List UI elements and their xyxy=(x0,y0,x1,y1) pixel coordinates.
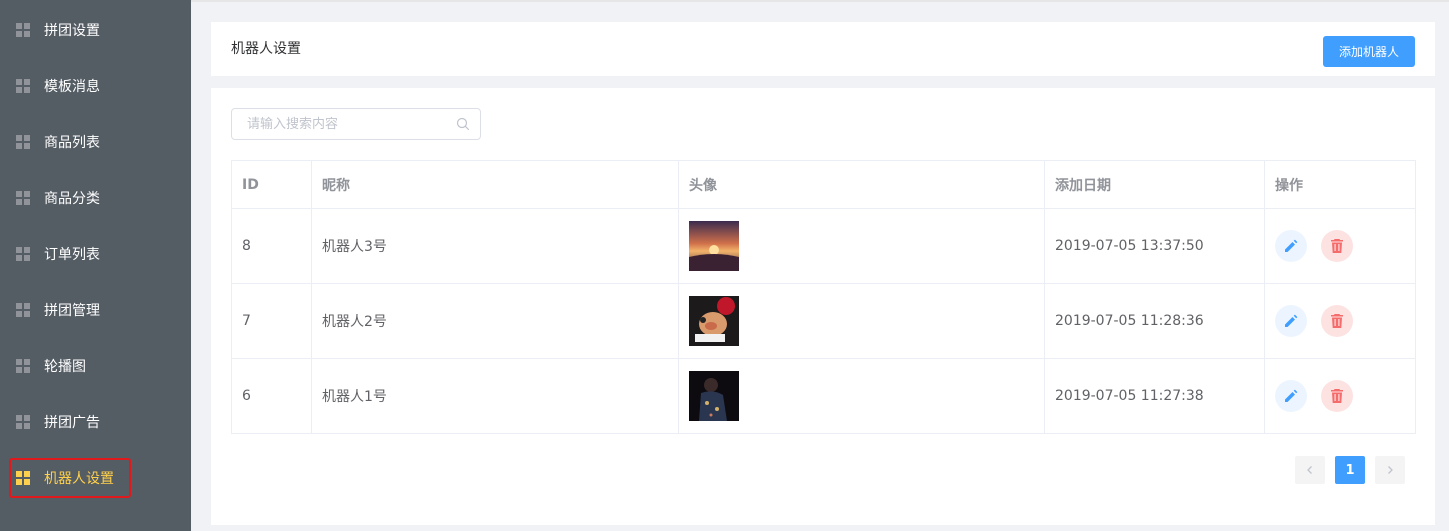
cell-date: 2019-07-05 11:28:36 xyxy=(1044,283,1265,359)
cell-id: 8 xyxy=(231,208,312,284)
add-robot-button[interactable]: 添加机器人 xyxy=(1323,36,1415,67)
cell-nickname: 机器人3号 xyxy=(311,208,679,284)
grid-icon xyxy=(16,247,30,261)
cell-actions xyxy=(1264,283,1416,359)
cell-date: 2019-07-05 11:27:38 xyxy=(1044,358,1265,434)
sidebar-item-label: 订单列表 xyxy=(44,247,100,263)
pencil-icon xyxy=(1285,239,1298,252)
edit-button[interactable] xyxy=(1275,380,1307,412)
grid-icon xyxy=(16,191,30,205)
sidebar-item-product-list[interactable]: 商品列表 xyxy=(0,114,191,170)
pencil-icon xyxy=(1285,314,1298,327)
cell-avatar xyxy=(678,283,1045,359)
table-row: 8 机器人3号 2019-07-05 13:37:50 xyxy=(231,208,1416,284)
pencil-icon xyxy=(1285,389,1298,402)
sidebar-item-order-list[interactable]: 订单列表 xyxy=(0,226,191,282)
sidebar-item-label: 轮播图 xyxy=(44,359,86,375)
edit-button[interactable] xyxy=(1275,305,1307,337)
cell-avatar xyxy=(678,208,1045,284)
grid-icon xyxy=(16,303,30,317)
column-header-date: 添加日期 xyxy=(1044,160,1265,209)
sidebar-item-group-management[interactable]: 拼团管理 xyxy=(0,282,191,338)
sidebar: 拼团设置 模板消息 商品列表 商品分类 订单列表 拼团管理 轮播图 拼团广告 机… xyxy=(0,0,191,531)
sidebar-item-template-messages[interactable]: 模板消息 xyxy=(0,58,191,114)
cell-date: 2019-07-05 13:37:50 xyxy=(1044,208,1265,284)
trash-icon xyxy=(1331,389,1344,403)
grid-icon xyxy=(16,23,30,37)
sidebar-item-product-category[interactable]: 商品分类 xyxy=(0,170,191,226)
page-number-button[interactable]: 1 xyxy=(1335,456,1365,484)
column-header-id: ID xyxy=(231,160,312,209)
search-input[interactable] xyxy=(232,109,452,139)
table-row: 6 机器人1号 2019-07-05 11:27:38 xyxy=(231,358,1416,434)
sidebar-item-group-ads[interactable]: 拼团广告 xyxy=(0,394,191,450)
content-card: ID 昵称 头像 添加日期 操作 8 机器人3号 xyxy=(211,88,1435,525)
next-page-button[interactable] xyxy=(1375,456,1405,484)
pagination: 1 xyxy=(1295,456,1405,484)
chevron-right-icon xyxy=(1388,466,1393,474)
highlight-box xyxy=(9,458,131,498)
grid-icon xyxy=(16,359,30,373)
trash-icon xyxy=(1331,314,1344,328)
grid-icon xyxy=(16,135,30,149)
sidebar-item-label: 拼团设置 xyxy=(44,23,100,39)
avatar xyxy=(689,296,739,346)
delete-button[interactable] xyxy=(1321,230,1354,262)
trash-icon xyxy=(1331,239,1344,253)
sidebar-item-label: 拼团广告 xyxy=(44,415,100,431)
cell-actions xyxy=(1264,358,1416,434)
cell-id: 7 xyxy=(231,283,312,359)
sidebar-item-label: 模板消息 xyxy=(44,79,100,95)
avatar xyxy=(689,221,739,271)
grid-icon xyxy=(16,415,30,429)
table-row: 7 机器人2号 2019-07-05 11:28:36 xyxy=(231,283,1416,359)
column-header-actions: 操作 xyxy=(1264,160,1416,209)
avatar xyxy=(689,371,739,421)
column-header-avatar: 头像 xyxy=(678,160,1045,209)
cell-nickname: 机器人2号 xyxy=(311,283,679,359)
search-icon[interactable] xyxy=(456,117,470,131)
page-title: 机器人设置 xyxy=(231,41,301,57)
cell-avatar xyxy=(678,358,1045,434)
top-divider xyxy=(191,0,1449,2)
sidebar-item-label: 商品列表 xyxy=(44,135,100,151)
delete-button[interactable] xyxy=(1321,305,1354,337)
sidebar-item-carousel[interactable]: 轮播图 xyxy=(0,338,191,394)
search-box xyxy=(231,108,481,140)
edit-button[interactable] xyxy=(1275,230,1307,262)
cell-nickname: 机器人1号 xyxy=(311,358,679,434)
sidebar-item-label: 拼团管理 xyxy=(44,303,100,319)
prev-page-button[interactable] xyxy=(1295,456,1325,484)
delete-button[interactable] xyxy=(1321,380,1354,412)
column-header-nickname: 昵称 xyxy=(311,160,679,209)
table-header-row: ID 昵称 头像 添加日期 操作 xyxy=(231,160,1416,209)
sidebar-item-group-settings[interactable]: 拼团设置 xyxy=(0,2,191,58)
sidebar-item-robot-settings[interactable]: 机器人设置 xyxy=(0,457,191,499)
chevron-left-icon xyxy=(1307,466,1312,474)
cell-actions xyxy=(1264,208,1416,284)
robot-table: ID 昵称 头像 添加日期 操作 8 机器人3号 2019-07-05 13:3… xyxy=(231,160,1416,434)
grid-icon xyxy=(16,79,30,93)
page-header: 机器人设置 添加机器人 xyxy=(211,22,1435,76)
cell-id: 6 xyxy=(231,358,312,434)
sidebar-item-label: 商品分类 xyxy=(44,191,100,207)
